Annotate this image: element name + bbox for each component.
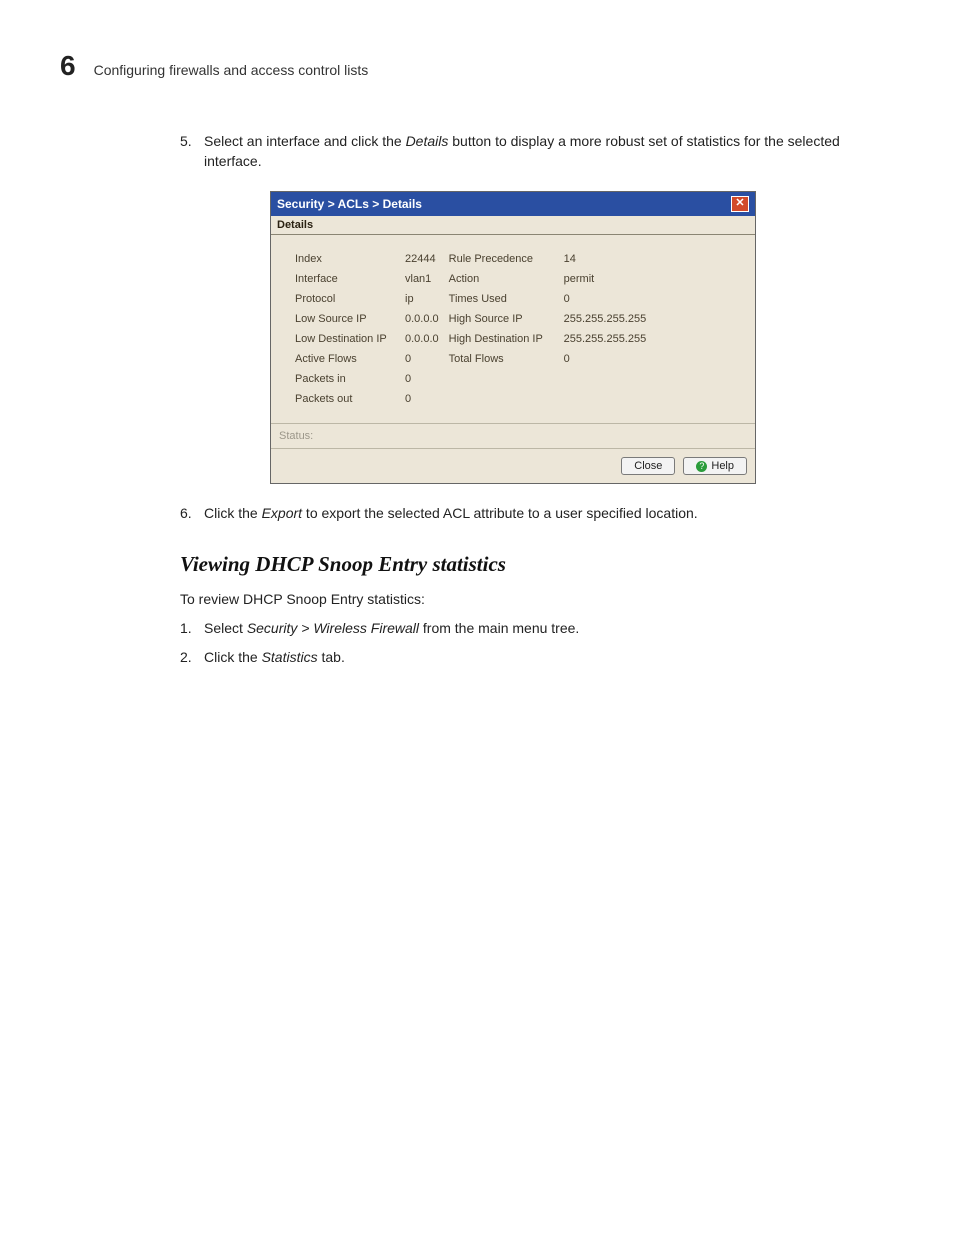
- menu-path: Security > Wireless Firewall: [247, 620, 419, 636]
- step-number: 2.: [180, 648, 204, 668]
- text: Click the: [204, 505, 262, 521]
- acl-details-dialog: Security > ACLs > Details ✕ Details Inde…: [270, 191, 756, 484]
- status-bar: Status:: [271, 423, 755, 448]
- packets-in-value: 0: [405, 373, 439, 385]
- text: Select: [204, 620, 247, 636]
- step-text: Select Security > Wireless Firewall from…: [204, 619, 880, 639]
- help-icon: ?: [696, 461, 707, 472]
- step-5: 5. Select an interface and click the Det…: [180, 132, 880, 171]
- text: to export the selected ACL attribute to …: [302, 505, 698, 521]
- low-dest-ip-value: 0.0.0.0: [405, 333, 439, 345]
- text: from the main menu tree.: [419, 620, 579, 636]
- low-dest-ip-label: Low Destination IP: [295, 333, 405, 345]
- details-tab[interactable]: Details: [271, 216, 755, 235]
- low-source-ip-label: Low Source IP: [295, 313, 405, 325]
- text: tab.: [318, 649, 345, 665]
- high-source-ip-label: High Source IP: [449, 313, 564, 325]
- substep-1: 1. Select Security > Wireless Firewall f…: [180, 619, 880, 639]
- text: Select an interface and click the: [204, 133, 406, 149]
- rule-precedence-value: 14: [564, 253, 647, 265]
- active-flows-label: Active Flows: [295, 353, 405, 365]
- text: Click the: [204, 649, 262, 665]
- close-icon[interactable]: ✕: [731, 196, 749, 212]
- step-text: Select an interface and click the Detail…: [204, 132, 880, 171]
- index-label: Index: [295, 253, 405, 265]
- details-keyword: Details: [406, 133, 449, 149]
- step-number: 1.: [180, 619, 204, 639]
- chapter-number: 6: [60, 50, 76, 82]
- packets-out-value: 0: [405, 393, 439, 405]
- dialog-button-row: Close ? Help: [271, 448, 755, 483]
- section-intro: To review DHCP Snoop Entry statistics:: [180, 591, 880, 607]
- substep-2: 2. Click the Statistics tab.: [180, 648, 880, 668]
- action-value: permit: [564, 273, 647, 285]
- details-left-column: Index 22444 Interface vlan1 Protocol ip …: [295, 253, 439, 405]
- protocol-label: Protocol: [295, 293, 405, 305]
- step-6: 6. Click the Export to export the select…: [180, 504, 880, 524]
- statistics-keyword: Statistics: [262, 649, 318, 665]
- packets-in-label: Packets in: [295, 373, 405, 385]
- interface-value: vlan1: [405, 273, 439, 285]
- protocol-value: ip: [405, 293, 439, 305]
- active-flows-value: 0: [405, 353, 439, 365]
- page-header: 6 Configuring firewalls and access contr…: [60, 50, 894, 82]
- close-button[interactable]: Close: [621, 457, 675, 475]
- interface-label: Interface: [295, 273, 405, 285]
- step-number: 6.: [180, 504, 204, 524]
- low-source-ip-value: 0.0.0.0: [405, 313, 439, 325]
- dialog-titlebar: Security > ACLs > Details ✕: [271, 192, 755, 216]
- dialog-title: Security > ACLs > Details: [277, 197, 422, 211]
- action-label: Action: [449, 273, 564, 285]
- high-dest-ip-value: 255.255.255.255: [564, 333, 647, 345]
- section-heading: Viewing DHCP Snoop Entry statistics: [180, 552, 880, 577]
- packets-out-label: Packets out: [295, 393, 405, 405]
- high-dest-ip-label: High Destination IP: [449, 333, 564, 345]
- status-label: Status:: [279, 430, 313, 442]
- times-used-label: Times Used: [449, 293, 564, 305]
- index-value: 22444: [405, 253, 439, 265]
- close-button-label: Close: [634, 460, 662, 472]
- details-panel: Index 22444 Interface vlan1 Protocol ip …: [271, 235, 755, 423]
- total-flows-value: 0: [564, 353, 647, 365]
- total-flows-label: Total Flows: [449, 353, 564, 365]
- help-button-label: Help: [711, 460, 734, 472]
- export-keyword: Export: [262, 505, 302, 521]
- rule-precedence-label: Rule Precedence: [449, 253, 564, 265]
- details-right-column: Rule Precedence 14 Action permit Times U…: [449, 253, 647, 405]
- step-number: 5.: [180, 132, 204, 171]
- help-button[interactable]: ? Help: [683, 457, 747, 475]
- step-text: Click the Statistics tab.: [204, 648, 880, 668]
- times-used-value: 0: [564, 293, 647, 305]
- high-source-ip-value: 255.255.255.255: [564, 313, 647, 325]
- chapter-title: Configuring firewalls and access control…: [94, 62, 369, 78]
- step-text: Click the Export to export the selected …: [204, 504, 880, 524]
